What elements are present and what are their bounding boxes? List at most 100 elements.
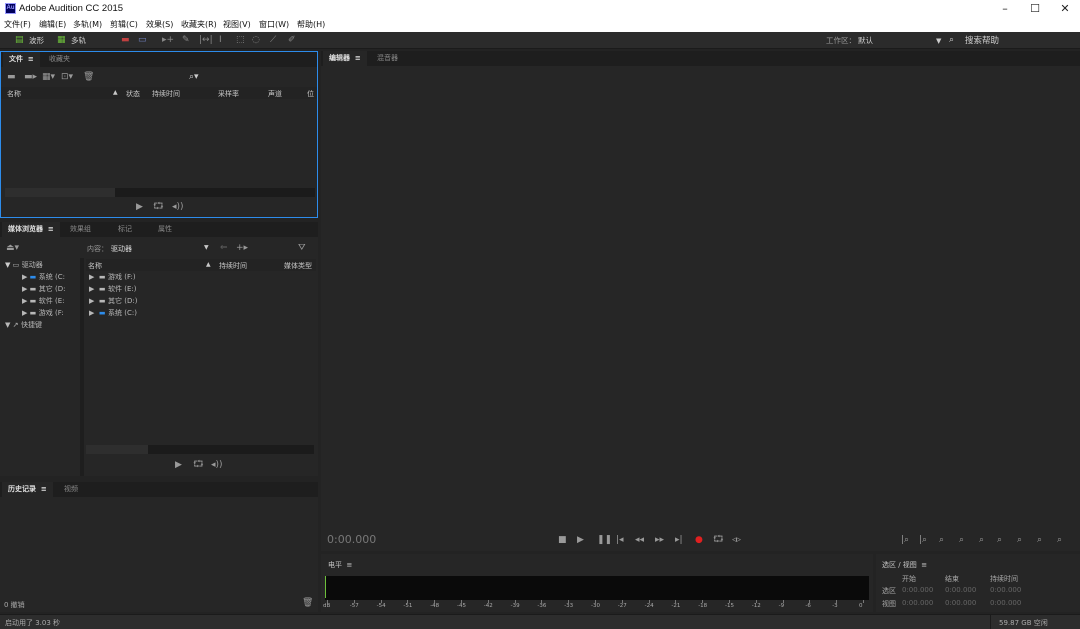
maximize-button[interactable]: ☐ <box>1020 0 1050 17</box>
column-name[interactable]: 名称 <box>7 89 21 99</box>
zoom-in-point-icon[interactable]: ⌕ <box>997 535 1002 545</box>
skip-selection-icon[interactable]: ◃▹ <box>732 535 741 545</box>
play-icon[interactable]: ▶ <box>577 535 584 545</box>
view-end[interactable]: 0:00.000 <box>945 599 976 607</box>
view-duration[interactable]: 0:00.000 <box>990 599 1021 607</box>
zoom-out-amplitude-icon[interactable]: |⌕ <box>919 535 927 545</box>
tree-splitter[interactable] <box>80 258 84 476</box>
close-button[interactable]: ✕ <box>1050 0 1080 17</box>
tab-video[interactable]: 视频 <box>58 482 84 497</box>
time-selection-tool-icon[interactable]: I <box>219 35 222 45</box>
autoplay-icon[interactable]: ◂)) <box>211 460 223 470</box>
delete-icon[interactable]: 🗑 <box>83 72 94 82</box>
menu-window[interactable]: 窗口(W) <box>259 19 289 30</box>
marquee-tool-icon[interactable]: ⬚ <box>236 35 245 45</box>
tree-item-drives[interactable]: ▼ ▭ 驱动器 <box>5 260 43 270</box>
list-item[interactable]: ▶ ▬ 游戏 (F:) <box>89 272 136 282</box>
multitrack-button[interactable]: 多轨 <box>71 35 86 46</box>
sort-asc-icon[interactable]: ▲ <box>113 89 118 96</box>
search-help-input[interactable]: 搜索帮助 <box>965 34 999 46</box>
menu-view[interactable]: 视图(V) <box>223 19 251 30</box>
trash-icon[interactable]: 🗑 <box>302 598 313 608</box>
loop-playback-icon[interactable]: ⮔ <box>713 535 724 545</box>
record-icon[interactable]: ● <box>695 535 703 545</box>
autoplay-icon[interactable]: ◂)) <box>172 202 184 212</box>
stop-icon[interactable]: ■ <box>558 535 567 545</box>
play-icon[interactable]: ▶ <box>175 460 182 470</box>
spectral-frequency-icon[interactable]: ▬ <box>121 35 130 45</box>
insert-into-multitrack-icon[interactable]: ⊡▾ <box>61 72 73 82</box>
media-horizontal-scrollbar[interactable] <box>86 445 314 454</box>
tab-files[interactable]: 文件 ≡ <box>3 52 40 67</box>
menu-clip[interactable]: 剪辑(C) <box>110 19 138 30</box>
tree-item-shortcuts[interactable]: ▼ ↗ 快捷键 <box>5 320 42 330</box>
play-icon[interactable]: ▶ <box>136 202 143 212</box>
list-item[interactable]: ▶ ▬ 其它 (D:) <box>89 296 137 306</box>
contents-select[interactable]: 驱动器 <box>111 244 132 254</box>
tree-item-f[interactable]: ▶ ▬ 游戏 (F: <box>22 308 64 318</box>
column-bit-depth[interactable]: 位 <box>307 89 314 99</box>
zoom-out-time-icon[interactable]: ⌕ <box>959 535 964 545</box>
selection-start[interactable]: 0:00.000 <box>902 586 933 594</box>
spot-healing-tool-icon[interactable]: ✐ <box>288 35 296 45</box>
waveform-button[interactable]: 波形 <box>29 35 44 46</box>
list-item[interactable]: ▶ ▬ 系统 (C:) <box>89 308 137 318</box>
zoom-in-time-icon[interactable]: ⌕ <box>939 535 944 545</box>
scroll-thumb[interactable] <box>86 445 148 454</box>
open-file-icon[interactable]: ▬ <box>7 72 16 82</box>
tab-editor[interactable]: 编辑器 ≡ <box>323 51 367 66</box>
tab-markers[interactable]: 标记 <box>112 222 138 237</box>
loop-icon[interactable]: ⮔ <box>153 202 164 212</box>
tree-item-d[interactable]: ▶ ▬ 其它 (D: <box>22 284 66 294</box>
tab-mixer[interactable]: 混音器 <box>371 51 404 66</box>
view-start[interactable]: 0:00.000 <box>902 599 933 607</box>
drive-menu-icon[interactable]: ⏏▾ <box>6 243 19 253</box>
chevron-down-icon[interactable]: ▼ <box>204 244 209 251</box>
selection-duration[interactable]: 0:00.000 <box>990 586 1021 594</box>
menu-edit[interactable]: 编辑(E) <box>39 19 66 30</box>
lasso-tool-icon[interactable]: ◌ <box>252 35 260 45</box>
search-files-icon[interactable]: ⌕▾ <box>189 72 199 82</box>
move-tool-icon[interactable]: ▸+ <box>162 35 174 45</box>
skip-to-start-icon[interactable]: |◂ <box>616 535 624 545</box>
back-arrow-icon[interactable]: ⇐ <box>220 243 228 253</box>
brush-tool-icon[interactable]: ⟋ <box>270 35 276 45</box>
menu-help[interactable]: 帮助(H) <box>297 19 325 30</box>
tab-favorites[interactable]: 收藏夹 <box>43 52 76 67</box>
tree-item-c[interactable]: ▶ ▬ 系统 (C: <box>22 272 65 282</box>
fast-forward-icon[interactable]: ▸▸ <box>655 535 664 545</box>
list-item[interactable]: ▶ ▬ 软件 (E:) <box>89 284 136 294</box>
files-horizontal-scrollbar[interactable] <box>5 188 315 197</box>
new-file-icon[interactable]: ▦▾ <box>42 72 55 82</box>
zoom-in-at-playhead-icon[interactable]: ⌕ <box>1017 535 1022 545</box>
column-status[interactable]: 状态 <box>126 89 140 99</box>
column-duration[interactable]: 持续时间 <box>152 89 180 99</box>
menu-multitrack[interactable]: 多轨(M) <box>73 19 102 30</box>
column-sample-rate[interactable]: 采样率 <box>218 89 239 99</box>
tab-history[interactable]: 历史记录 ≡ <box>2 482 53 497</box>
tab-media-browser[interactable]: 媒体浏览器 ≡ <box>2 222 60 237</box>
menu-file[interactable]: 文件(F) <box>4 19 31 30</box>
razor-tool-icon[interactable]: ✎ <box>182 35 190 45</box>
add-shortcut-icon[interactable]: +▸ <box>236 243 248 253</box>
column-duration[interactable]: 持续时间 <box>219 261 247 271</box>
tree-item-e[interactable]: ▶ ▬ 软件 (E: <box>22 296 65 306</box>
skip-to-end-icon[interactable]: ▸| <box>675 535 683 545</box>
slip-tool-icon[interactable]: |↔| <box>199 35 213 45</box>
loop-icon[interactable]: ⮔ <box>193 460 204 470</box>
filter-icon[interactable]: ⛛ <box>298 243 306 253</box>
import-file-icon[interactable]: ▬▸ <box>24 72 37 82</box>
menu-effects[interactable]: 效果(S) <box>146 19 173 30</box>
chevron-down-icon[interactable]: ▼ <box>936 37 941 45</box>
workspace-select[interactable]: 默认 <box>858 35 873 46</box>
sort-asc-icon[interactable]: ▲ <box>206 261 211 268</box>
column-channels[interactable]: 声道 <box>268 89 282 99</box>
zoom-to-selection-icon[interactable]: ⌕ <box>1037 535 1042 545</box>
zoom-out-at-playhead-icon[interactable]: ⌕ <box>1057 535 1062 545</box>
pause-icon[interactable]: ❚❚ <box>597 535 612 545</box>
menu-favorites[interactable]: 收藏夹(R) <box>181 19 217 30</box>
tab-effects-rack[interactable]: 效果组 <box>64 222 97 237</box>
tab-properties[interactable]: 属性 <box>152 222 178 237</box>
zoom-in-amplitude-icon[interactable]: |⌕ <box>901 535 909 545</box>
zoom-out-full-icon[interactable]: ⌕ <box>979 535 984 545</box>
